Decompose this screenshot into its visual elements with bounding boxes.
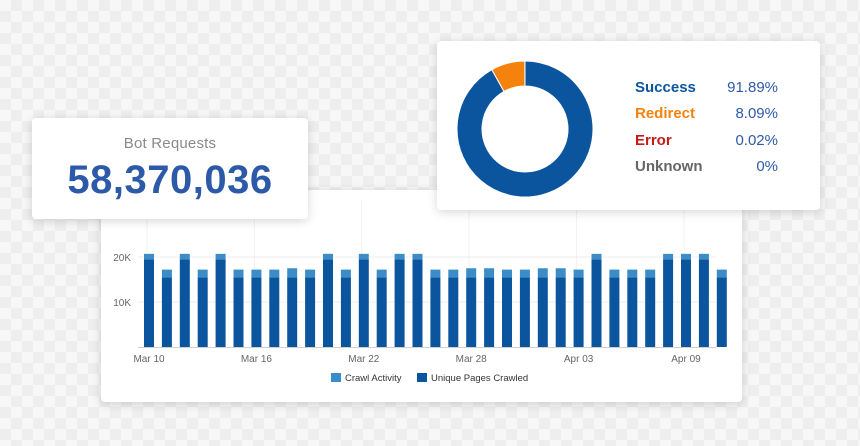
bar-crawl-activity [179,253,190,260]
y-tick-label: 10K [113,298,131,309]
bar-crawl-activity [430,269,441,278]
bar-crawl-activity [645,269,656,278]
bar-crawl-activity [609,269,620,278]
bar-unique-pages [358,259,369,347]
x-tick-label: Apr 09 [671,354,701,365]
bar-unique-pages [609,277,620,347]
bar-crawl-activity [627,269,638,278]
bar-unique-pages [323,259,333,347]
bar-unique-pages [161,277,172,347]
status-row-redirect: Redirect 8.09% [635,105,778,125]
bar-unique-pages [448,277,459,347]
bar-crawl-activity [161,269,172,278]
x-tick-label: Mar 28 [456,354,488,365]
bar-crawl-activity [394,253,405,260]
bar-crawl-activity [466,268,477,278]
bar-unique-pages [591,259,602,347]
bar-unique-pages [502,277,512,347]
bar-unique-pages [305,277,316,347]
bar-crawl-activity [484,268,495,278]
bot-requests-label: Bot Requests [123,135,217,152]
status-row-error: Error 0.02% [635,132,778,152]
legend-swatch[interactable] [417,373,427,382]
bar-unique-pages [287,277,298,347]
bar-unique-pages [144,259,154,347]
bar-crawl-activity [681,253,691,260]
bar-crawl-activity [698,253,709,260]
status-row-unknown: Unknown 0% [635,158,778,178]
bar-unique-pages [537,277,548,347]
bar-unique-pages [197,277,208,347]
bar-crawl-activity [269,269,280,278]
status-value-error: 0.02% [735,132,778,149]
crawl-chart-card: 10K 20K Mar 10 Mar 16 Mar 22 Mar 28 Apr 03 Apr … [101,190,742,402]
bar-unique-pages [430,277,441,347]
x-tick-label: Mar 22 [348,354,380,365]
bar-crawl-activity [555,268,566,278]
bar-unique-pages [681,259,691,347]
bar-unique-pages [340,277,351,347]
bar-unique-pages [251,277,262,347]
status-donut-chart [456,60,594,198]
status-value-unknown: 0% [756,158,778,175]
bar-unique-pages [555,277,566,347]
status-value-success: 91.89% [727,79,778,96]
bar-crawl-activity [358,253,369,260]
bar-unique-pages [394,259,405,347]
bar-crawl-activity [233,269,244,278]
status-name-redirect: Redirect [635,105,696,122]
legend-swatch[interactable] [331,373,341,382]
bar-unique-pages [645,277,656,347]
crawl-bar-chart: 10K 20K Mar 10 Mar 16 Mar 22 Mar 28 Apr 03 Apr … [113,200,727,384]
bar-crawl-activity [197,269,208,278]
bar-crawl-activity [323,253,333,260]
bar-unique-pages [376,277,387,347]
x-tick-label: Mar 10 [133,354,165,365]
bar-crawl-activity [591,253,602,260]
bar-crawl-activity [519,269,530,278]
y-tick-label: 20K [113,253,131,264]
bar-crawl-activity [448,269,459,278]
bar-crawl-activity [305,269,316,278]
bar-unique-pages [716,277,727,347]
bar-crawl-activity [340,269,351,278]
bar-crawl-activity [215,253,226,260]
bar-crawl-activity [537,268,548,278]
bot-requests-value: 58,370,036 [67,158,273,202]
x-tick-label: Apr 03 [564,354,594,365]
bar-crawl-activity [502,269,512,278]
status-name-error: Error [635,132,672,149]
bar-unique-pages [233,277,244,347]
bar-crawl-activity [716,269,727,278]
bar-unique-pages [466,277,477,347]
bar-crawl-activity [573,269,584,278]
bar-crawl-activity [663,253,674,260]
bar-crawl-activity [144,253,154,260]
bar-unique-pages [179,259,190,347]
status-row-success: Success 91.89% [635,79,778,99]
status-breakdown-card: Success 91.89% Redirect 8.09% Error 0.02… [437,41,820,210]
bar-unique-pages [484,277,495,347]
bar-crawl-activity [412,253,423,260]
legend-label[interactable]: Crawl Activity [345,373,402,384]
bar-unique-pages [573,277,584,347]
bar-unique-pages [627,277,638,347]
bar-unique-pages [519,277,530,347]
bar-crawl-activity [376,269,387,278]
legend-label[interactable]: Unique Pages Crawled [431,373,528,384]
bar-unique-pages [215,259,226,347]
bar-unique-pages [698,259,709,347]
status-name-unknown: Unknown [635,158,703,175]
status-value-redirect: 8.09% [735,105,778,122]
bar-crawl-activity [287,268,298,278]
bar-crawl-activity [251,269,262,278]
status-name-success: Success [635,79,696,96]
x-tick-label: Mar 16 [241,354,273,365]
bar-unique-pages [412,259,423,347]
bar-unique-pages [269,277,280,347]
bar-unique-pages [663,259,674,347]
bot-requests-card: Bot Requests 58,370,036 [32,118,308,219]
